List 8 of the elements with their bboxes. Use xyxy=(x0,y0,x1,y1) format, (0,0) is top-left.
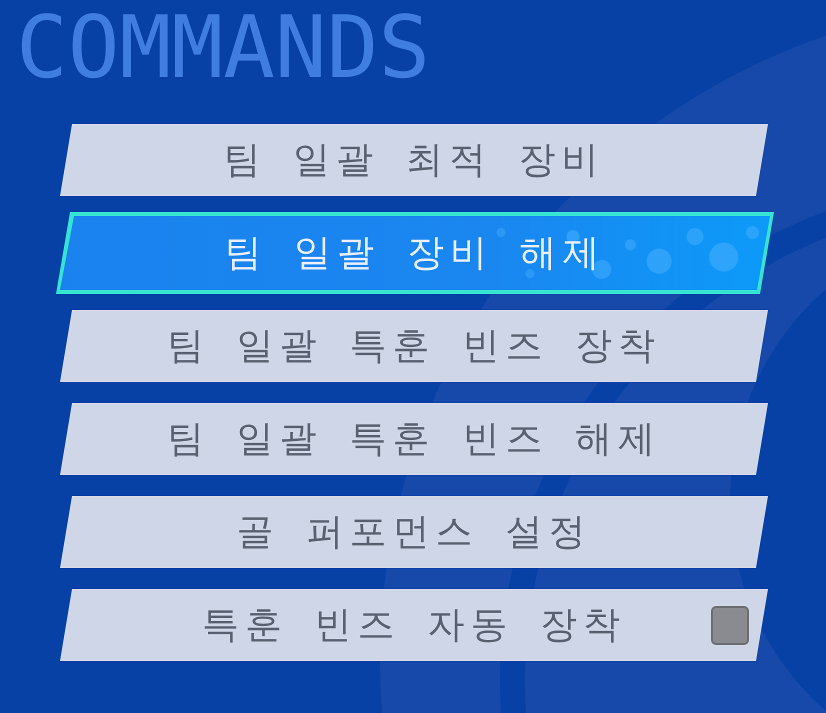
commands-title: COMMANDS xyxy=(15,0,430,91)
command-button[interactable]: 팀 일괄 장비 해제 xyxy=(56,212,774,294)
command-button[interactable]: 특훈 빈즈 자동 장착 xyxy=(60,589,768,661)
command-button[interactable]: 골 퍼포먼스 설정 xyxy=(60,496,768,568)
command-button[interactable]: 팀 일괄 최적 장비 xyxy=(60,124,768,196)
checkbox[interactable] xyxy=(711,606,749,645)
command-button[interactable]: 팀 일괄 특훈 빈즈 장착 xyxy=(60,310,768,382)
command-button[interactable]: 팀 일괄 특훈 빈즈 해제 xyxy=(60,403,768,475)
